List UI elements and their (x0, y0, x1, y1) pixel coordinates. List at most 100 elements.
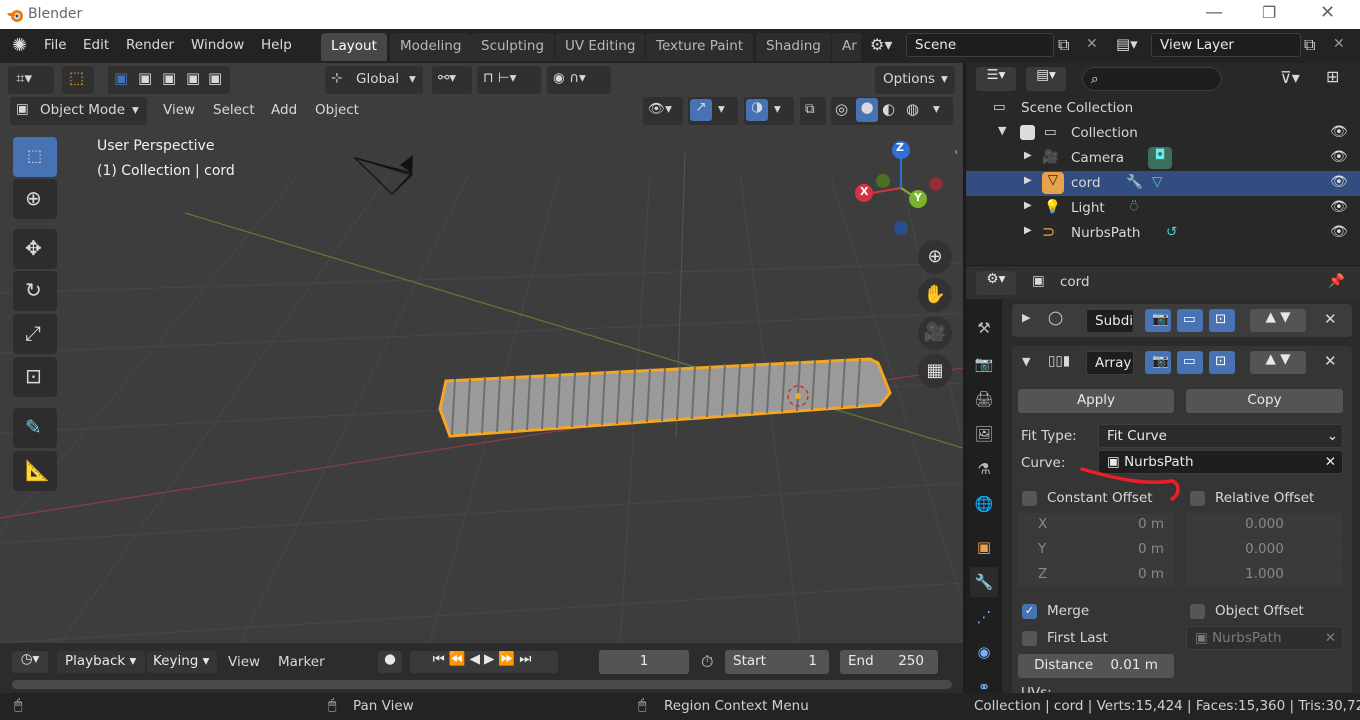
tool-cursor[interactable]: ⊕ (13, 179, 57, 219)
array-move-up-down-icons[interactable]: ▲ ▼ (1250, 351, 1306, 374)
pin-icon[interactable]: 📌 (1328, 273, 1345, 289)
tool-transform[interactable]: ⊡ (13, 357, 57, 397)
blender-menu-icon[interactable]: ✺ (12, 35, 27, 56)
tab-texture-paint[interactable]: Texture Paint (646, 33, 754, 61)
sidebar-toggle-icon[interactable]: ‹ (954, 145, 958, 158)
scene-remove-icon[interactable]: ✕ (1086, 36, 1098, 52)
tab-world-icon[interactable]: 🌐 (970, 489, 998, 519)
eye-icon[interactable]: 👁 (1330, 174, 1348, 190)
tab-animation[interactable]: Ar (832, 33, 861, 61)
proportional-editing-button[interactable]: ◉ ∩▾ (547, 66, 611, 94)
tab-scene-icon[interactable]: ⚗ (970, 454, 998, 484)
record-icon[interactable]: ● (378, 651, 402, 673)
timeline-scrollbar[interactable] (12, 680, 952, 689)
outliner-row-camera[interactable]: ▶ 🎥 Camera ◘ 👁 (966, 146, 1360, 171)
scene-field[interactable]: Scene (906, 33, 1054, 57)
tab-particles-icon[interactable]: ⋰ (970, 602, 998, 632)
zoom-icon[interactable]: ⊕ (918, 240, 952, 274)
tool-move[interactable]: ✥ (13, 229, 57, 269)
relative-offset-x-field[interactable]: 0.000 (1186, 513, 1343, 537)
select-intersect-icon[interactable]: ▣ (208, 69, 222, 87)
curve-data-icon[interactable]: ↺ (1166, 224, 1177, 240)
camera-data-icon[interactable]: ◘ (1148, 147, 1172, 169)
timeline-view-menu[interactable]: View (228, 654, 260, 670)
playback-controls[interactable]: ⏮⏪◀▶⏩⏭ (410, 651, 558, 673)
tool-select-box[interactable]: ⬚ (13, 137, 57, 177)
3d-viewport[interactable]: ⌗▾ ⬚ ▣ ▣ ▣ ▣ ▣ ⊹ Global ▾ ⚯▾ ⊓ ⊢▾ ◉ ∩▾ O… (0, 63, 963, 643)
copy-button[interactable]: Copy (1186, 389, 1343, 413)
expand-arrow-icon[interactable]: ▶ (1022, 311, 1030, 324)
subdivision-name-field[interactable]: Subdi (1086, 309, 1134, 333)
tab-uv-editing[interactable]: UV Editing (555, 33, 646, 61)
mode-dropdown[interactable]: ▣ Object Mode ▾ (10, 97, 147, 125)
view-layer-new-icon[interactable]: ⧉ (1304, 35, 1315, 55)
end-frame-field[interactable]: End 250 (840, 650, 938, 674)
solid-icon[interactable]: ● (856, 98, 878, 122)
options-dropdown[interactable]: Options ▾ (875, 66, 955, 94)
view-layer-browse-icon[interactable]: ▤▾ (1116, 35, 1138, 53)
eye-icon[interactable]: 👁 (1330, 124, 1348, 140)
playback-menu[interactable]: Playback ▾ (57, 651, 145, 673)
select-extend-icon[interactable]: ▣ (138, 69, 152, 87)
outliner-row-collection[interactable]: ▼ ▭ Collection 👁 (966, 121, 1360, 146)
editor-type-button[interactable]: ⌗▾ (8, 66, 54, 94)
minimize-icon[interactable]: — (1205, 2, 1223, 23)
constant-offset-x-field[interactable]: X0 m (1018, 513, 1174, 537)
merge-checkbox[interactable]: ✓ (1022, 604, 1037, 619)
select-new-icon[interactable]: ▣ (114, 69, 128, 87)
menu-window[interactable]: Window (191, 37, 244, 53)
expand-arrow-icon[interactable]: ▼ (998, 124, 1006, 137)
eye-icon[interactable]: 👁 (1330, 224, 1348, 240)
tab-shading[interactable]: Shading (756, 33, 831, 61)
xray-toggle[interactable]: ⧉ (800, 97, 826, 125)
display-mode-icon[interactable]: ▤▾ (1026, 67, 1066, 91)
outliner-editor-icon[interactable]: ☰▾ (976, 67, 1016, 91)
remove-modifier-icon[interactable]: ✕ (1324, 310, 1337, 328)
menu-file[interactable]: File (44, 37, 67, 53)
tab-view-layer-icon[interactable]: 🖼 (970, 419, 998, 449)
array-remove-icon[interactable]: ✕ (1324, 352, 1337, 370)
outliner-row-light[interactable]: ▶ 💡 Light ⍥ 👁 (966, 196, 1360, 221)
tab-modeling[interactable]: Modeling (390, 33, 472, 61)
tab-sculpting[interactable]: Sculpting (471, 33, 555, 61)
tab-physics-icon[interactable]: ◉ (970, 637, 998, 667)
relative-offset-checkbox[interactable] (1190, 491, 1205, 506)
tool-scale[interactable]: ⤢ (13, 314, 57, 354)
constant-offset-y-field[interactable]: Y0 m (1018, 538, 1174, 562)
outliner-row-cord[interactable]: ▶ ▽ cord 🔧 ▽ 👁 (966, 171, 1360, 196)
tool-rotate[interactable]: ↻ (13, 271, 57, 311)
tool-measure[interactable]: 📐 (13, 451, 57, 491)
move-up-down-icons[interactable]: ▲ ▼ (1250, 309, 1306, 332)
material-preview-icon[interactable]: ◐ (882, 100, 895, 118)
stopwatch-icon[interactable]: ⏱ (701, 652, 713, 672)
eye-icon[interactable]: 👁 (1330, 199, 1348, 215)
eye-icon[interactable]: 👁 (1330, 149, 1348, 165)
menu-add[interactable]: Add (271, 102, 297, 118)
tab-object-icon[interactable]: ▣ (970, 532, 998, 562)
selection-mode-group[interactable]: ▣ ▣ ▣ ▣ ▣ (108, 66, 230, 94)
menu-help[interactable]: Help (261, 37, 292, 53)
mesh-data-icon[interactable]: ▽ (1152, 174, 1162, 190)
rendered-icon[interactable]: ◍ (906, 100, 919, 118)
relative-offset-y-field[interactable]: 0.000 (1186, 538, 1343, 562)
distance-field[interactable]: Distance 0.01 m (1018, 654, 1174, 678)
outliner-search-input[interactable]: ⌕ (1082, 67, 1222, 91)
tab-tool-icon[interactable]: ⚒ (970, 313, 998, 343)
snapping-button[interactable]: ⊓ ⊢▾ (477, 66, 541, 94)
outliner-row-nurbspath[interactable]: ▶ ⊃ NurbsPath ↺ 👁 (966, 221, 1360, 246)
select-invert-icon[interactable]: ▣ (186, 69, 200, 87)
visibility-button[interactable]: 👁▾ (643, 97, 683, 125)
relative-offset-z-field[interactable]: 1.000 (1186, 563, 1343, 587)
expand-arrow-icon[interactable]: ▶ (1024, 225, 1032, 236)
menu-view[interactable]: View (163, 102, 195, 118)
menu-object[interactable]: Object (315, 102, 359, 118)
current-frame-field[interactable]: 1 (599, 650, 689, 674)
tab-modifier-icon[interactable]: 🔧 (970, 567, 998, 597)
outliner-row-scene-collection[interactable]: ▭ Scene Collection (966, 96, 1360, 121)
collection-checkbox[interactable] (1020, 125, 1035, 140)
clear-offset-object-icon[interactable]: ✕ (1325, 630, 1336, 646)
marker-menu[interactable]: Marker (278, 654, 325, 670)
tab-render-icon[interactable]: 📷 (970, 349, 998, 379)
view-layer-remove-icon[interactable]: ✕ (1333, 36, 1345, 52)
select-subtract-icon[interactable]: ▣ (162, 69, 176, 87)
